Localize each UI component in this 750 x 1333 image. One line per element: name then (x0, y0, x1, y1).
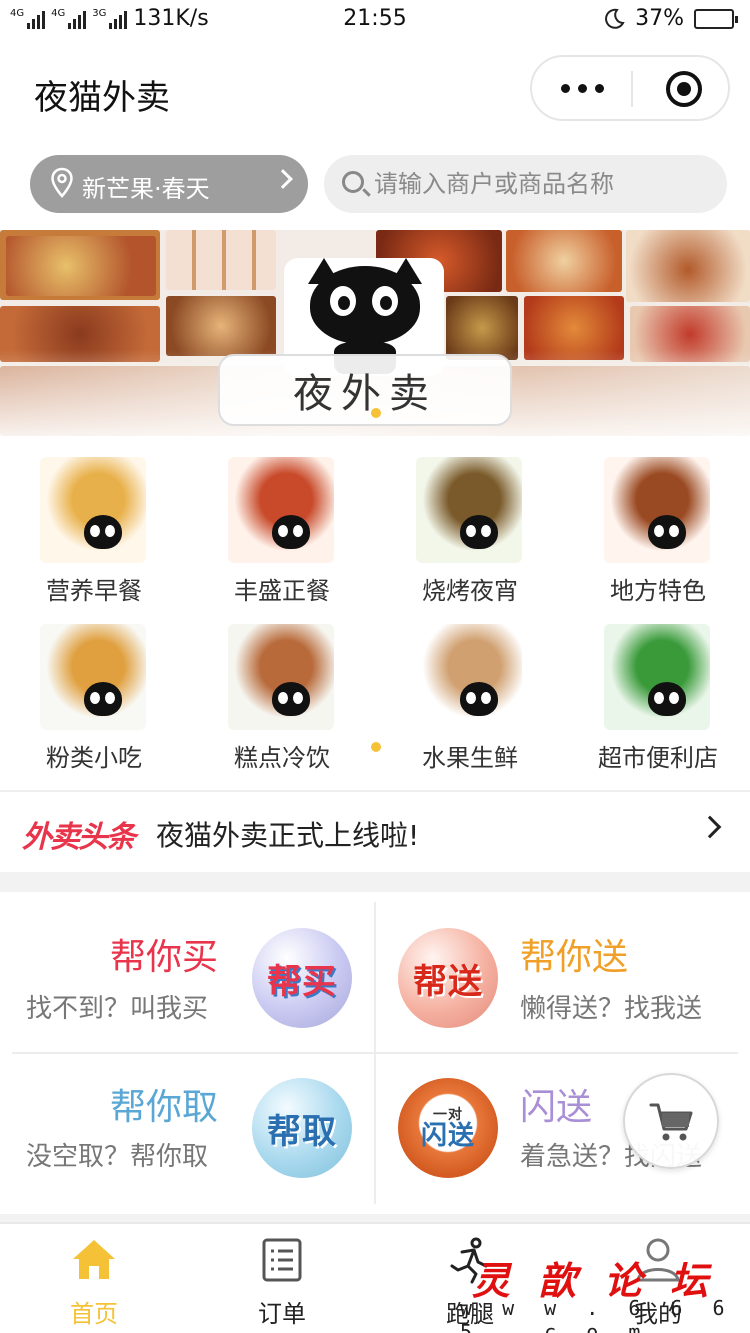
fruit-icon (416, 624, 522, 730)
order-icon (262, 1238, 302, 1282)
buy-badge-icon: 帮买 (252, 928, 352, 1028)
service-subtitle: 懒得送？找我送 (520, 994, 703, 1024)
banner-food-photo (166, 230, 276, 290)
forum-watermark: 灵歆论坛 w w w . 6 6 6 5 . c o m (440, 1250, 750, 1333)
category-item[interactable]: 水果生鲜 (376, 622, 564, 782)
bbq-icon (416, 457, 522, 563)
local-dish-icon (604, 457, 710, 563)
category-item[interactable]: 粉类小吃 (0, 622, 188, 782)
meal-icon (228, 457, 334, 563)
tab-label: 订单 (258, 1300, 306, 1328)
banner-food-photo (626, 230, 750, 302)
express-badge-icon: 一对 闪送 (398, 1078, 498, 1178)
category-item[interactable]: 丰盛正餐 (188, 455, 376, 615)
category-item[interactable]: 营养早餐 (0, 455, 188, 615)
search-bar[interactable] (324, 155, 727, 213)
capsule-divider (631, 71, 633, 107)
carousel-indicator (371, 408, 381, 418)
cat-mascot-icon (272, 515, 310, 549)
search-input[interactable] (374, 163, 714, 205)
location-pin-icon (51, 167, 73, 198)
cat-mascot-icon (460, 682, 498, 716)
brand-text: 夜外卖 (293, 371, 437, 417)
cat-mascot-icon (272, 682, 310, 716)
location-label: 新芒果·春天 (82, 175, 210, 203)
cat-mascot-icon (460, 515, 498, 549)
cat-ear (308, 258, 340, 284)
category-item[interactable]: 地方特色 (564, 455, 750, 615)
noodles-icon (40, 624, 146, 730)
supermarket-icon (604, 624, 710, 730)
close-miniprogram-button[interactable] (666, 71, 702, 107)
service-title: 闪送 (520, 1087, 593, 1128)
battery-icon (694, 8, 738, 29)
category-label: 烧烤夜宵 (422, 577, 518, 605)
category-label: 粉类小吃 (46, 744, 142, 772)
section-spacer (0, 1214, 750, 1222)
category-page-indicator (371, 742, 381, 752)
section-spacer (0, 872, 750, 892)
cat-mascot-icon (648, 682, 686, 716)
service-pickup[interactable]: 帮你取 没空取？帮你取 帮取 (0, 1054, 374, 1214)
cat-eye (372, 286, 398, 316)
drinks-icon (228, 624, 334, 730)
category-item[interactable]: 糕点冷饮 (188, 622, 376, 782)
tab-orders[interactable]: 订单 (188, 1224, 376, 1332)
service-title: 帮你送 (520, 937, 629, 978)
status-right: 37% (603, 6, 738, 31)
banner-food-photo (166, 296, 276, 356)
service-subtitle: 找不到？叫我买 (26, 994, 209, 1024)
more-button[interactable] (532, 57, 632, 119)
tab-home[interactable]: 首页 (0, 1224, 188, 1332)
breakfast-icon (40, 457, 146, 563)
search-icon (342, 171, 364, 193)
cart-button[interactable] (623, 1073, 719, 1169)
miniprogram-capsule (530, 55, 730, 121)
nav-header: 夜猫外卖 (0, 40, 750, 140)
battery-percent: 37% (635, 6, 684, 31)
service-deliver[interactable]: 帮送 帮你送 懒得送？找我送 (376, 892, 750, 1052)
headline-tag: 外卖头条 (22, 820, 136, 855)
category-item[interactable]: 超市便利店 (564, 622, 750, 782)
pickup-badge-icon: 帮取 (252, 1078, 352, 1178)
service-title: 帮你取 (110, 1087, 219, 1128)
service-title: 帮你买 (110, 937, 219, 978)
news-ticker[interactable]: 外卖头条 夜猫外卖正式上线啦! (0, 792, 750, 872)
cart-icon (649, 1103, 693, 1141)
cat-mascot-icon (84, 682, 122, 716)
category-label: 营养早餐 (46, 577, 142, 605)
cat-mascot-icon (84, 515, 122, 549)
category-grid: 营养早餐 丰盛正餐 烧烤夜宵 地方特色粉类小吃 糕点冷饮 水果生鲜 超市便利店 (0, 455, 750, 775)
errand-services: 帮你买 找不到？叫我买 帮买 帮送 帮你送 懒得送？找我送 帮你取 没空取？帮你… (0, 892, 750, 1214)
cat-eye (330, 286, 356, 316)
category-label: 地方特色 (610, 577, 706, 605)
chevron-right-icon (273, 169, 293, 189)
banner-carousel[interactable]: 夜外卖 (0, 230, 750, 436)
moon-icon (605, 8, 625, 29)
cat-mascot-icon (648, 515, 686, 549)
banner-food-photo (6, 236, 156, 296)
category-label: 糕点冷饮 (234, 744, 330, 772)
category-label: 丰盛正餐 (234, 577, 330, 605)
deliver-badge-icon: 帮送 (398, 928, 498, 1028)
chevron-right-icon (698, 815, 722, 839)
tab-label: 首页 (70, 1300, 118, 1328)
headline-text: 夜猫外卖正式上线啦! (156, 819, 420, 852)
home-icon (73, 1240, 115, 1279)
banner-food-photo (506, 230, 622, 292)
service-subtitle: 没空取？帮你取 (26, 1142, 209, 1172)
category-label: 水果生鲜 (422, 744, 518, 772)
cat-ear (390, 258, 422, 284)
category-item[interactable]: 烧烤夜宵 (376, 455, 564, 615)
watermark-url: w w w . 6 6 6 5 . c o m (460, 1296, 734, 1333)
page-title: 夜猫外卖 (34, 78, 170, 118)
status-bar: 4G 4G 3G 131K/s 21:55 37% (0, 0, 750, 40)
service-buy[interactable]: 帮你买 找不到？叫我买 帮买 (0, 892, 374, 1052)
location-selector[interactable]: 新芒果·春天 (30, 155, 308, 213)
category-label: 超市便利店 (598, 744, 718, 772)
banner-brand-logo: 夜外卖 (218, 354, 512, 426)
